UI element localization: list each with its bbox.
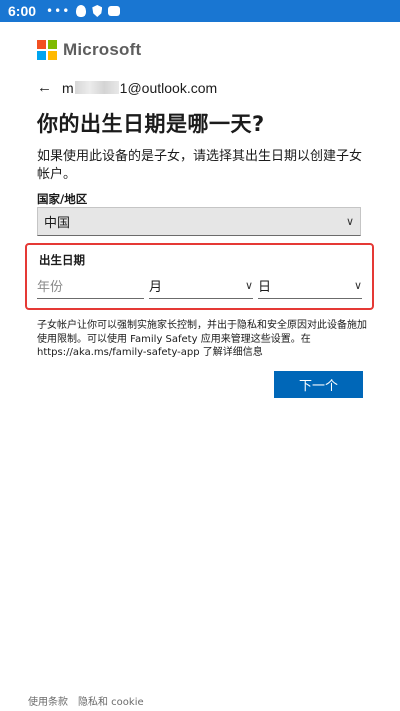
qq-icon [76,5,87,17]
year-placeholder: 年份 [37,279,64,295]
microsoft-logo-icon [37,40,57,60]
birth-year-input[interactable]: 年份 [37,272,144,299]
status-icons: ••• [46,4,121,18]
terms-link[interactable]: 使用条款 [28,693,68,708]
footer: 使用条款 隐私和 cookie [28,693,144,708]
chevron-down-icon: ∨ [353,278,362,292]
privacy-link[interactable]: 隐私和 cookie [78,693,144,708]
next-button[interactable]: 下一个 [274,371,363,398]
country-label: 国家/地区 [37,192,88,206]
status-time: 6:00 [8,3,37,19]
country-select[interactable]: 中国 ∨ [37,207,361,236]
email-suffix: 1@outlook.com [119,79,218,96]
account-identity: ← m 1@outlook.com [37,79,217,96]
microsoft-logo: Microsoft [37,40,141,60]
robot-icon [108,6,121,16]
country-value: 中国 [44,216,71,231]
page-title: 你的出生日期是哪一天? [37,112,265,136]
shield-icon [92,5,103,17]
status-bar: 6:00 ••• [0,0,400,22]
page-description: 如果使用此设备的是子女，请选择其出生日期以创建子女帐户。 [37,149,363,182]
back-arrow-icon[interactable]: ← [37,79,52,96]
month-placeholder: 月 [149,279,163,295]
family-safety-info: 子女帐户让你可以强制实施家长控制，并出于隐私和安全原因对此设备施加使用限制。可以… [37,320,367,358]
day-placeholder: 日 [258,279,272,295]
birth-day-select[interactable]: 日 ∨ [258,272,362,299]
chevron-down-icon: ∨ [345,215,354,228]
birth-date-label: 出生日期 [39,253,85,267]
chevron-down-icon: ∨ [244,278,253,292]
birth-month-select[interactable]: 月 ∨ [149,272,253,299]
email-redacted [74,81,119,94]
email-prefix: m [62,79,74,96]
brand-name: Microsoft [63,40,142,59]
more-dots-icon: ••• [46,4,71,18]
